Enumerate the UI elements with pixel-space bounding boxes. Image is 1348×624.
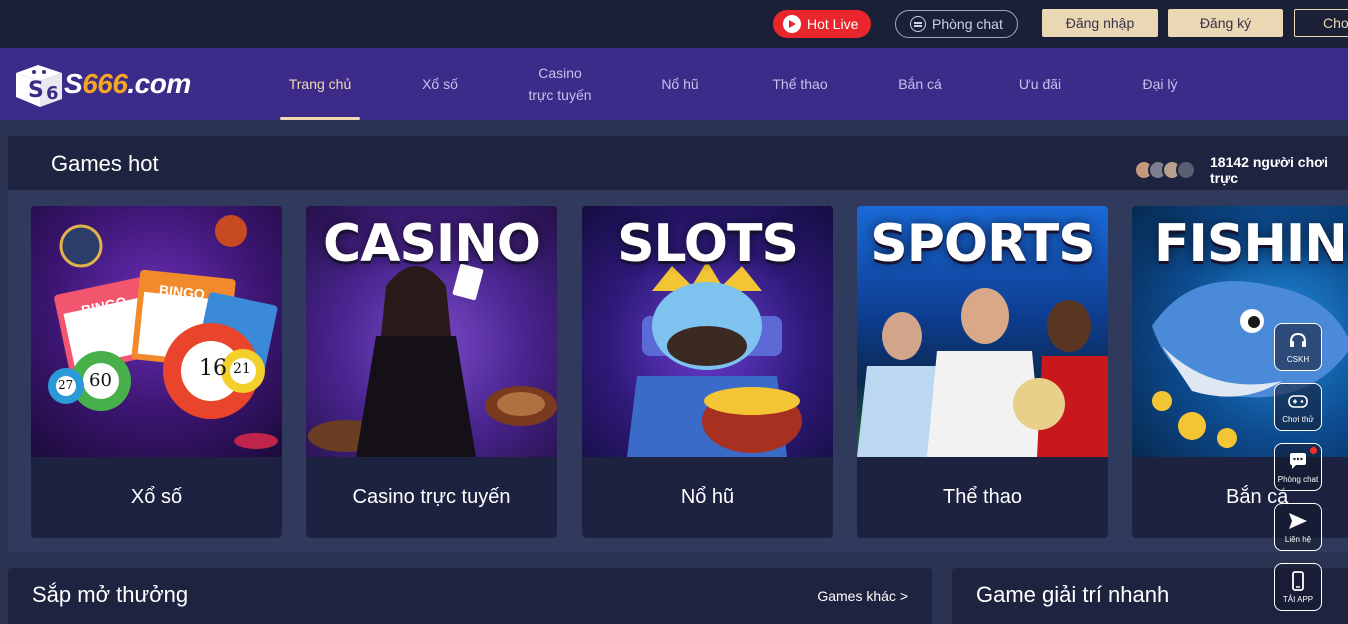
hot-live-button[interactable]: Hot Live bbox=[773, 10, 871, 38]
send-icon bbox=[1289, 513, 1307, 529]
game-card-lottery[interactable]: BINGO BINGO 60 16 21 27 Xổ số bbox=[31, 206, 282, 538]
logo-number: 666 bbox=[82, 68, 128, 99]
nav-label: Nổ hũ bbox=[661, 76, 699, 92]
online-players: 18142 người chơi trực bbox=[1134, 154, 1348, 186]
nav-label: Trang chủ bbox=[288, 76, 352, 92]
sports-image-title: SPORTS bbox=[870, 214, 1095, 274]
fishing-image-title: FISHING bbox=[1154, 214, 1348, 274]
nav-item-agent[interactable]: Đại lý bbox=[1120, 48, 1200, 120]
support-float-button[interactable]: CSKH bbox=[1274, 323, 1322, 371]
nav-label: Casino bbox=[538, 65, 582, 81]
upcoming-draws-panel: Sắp mở thưởng Games khác > bbox=[8, 568, 932, 624]
nav-label: Ưu đãi bbox=[1018, 76, 1062, 92]
chat-room-button[interactable]: Phòng chat bbox=[895, 10, 1018, 38]
chat-icon bbox=[910, 16, 926, 32]
slots-image-title: SLOTS bbox=[617, 214, 799, 274]
logo-text: S666.com bbox=[64, 68, 191, 100]
nav-label: Bắn cá bbox=[898, 76, 942, 92]
lottery-image: BINGO BINGO 60 16 21 27 bbox=[31, 206, 282, 457]
casino-image: CASINO bbox=[306, 206, 557, 457]
nav-item-sports[interactable]: Thể thao bbox=[760, 48, 840, 120]
game-card-casino[interactable]: CASINO Casino trực tuyến bbox=[306, 206, 557, 538]
chat-float-button[interactable]: Phòng chat bbox=[1274, 443, 1322, 491]
chat-room-label: Phòng chat bbox=[932, 16, 1003, 32]
float-label: Liên hệ bbox=[1284, 535, 1312, 544]
top-bar: Hot Live Phòng chat Đăng nhập Đăng ký Ch… bbox=[0, 0, 1348, 48]
casino-image-title: CASINO bbox=[323, 214, 541, 274]
nav-item-lottery[interactable]: Xổ số bbox=[400, 48, 480, 120]
nav-item-slots[interactable]: Nổ hũ bbox=[640, 48, 720, 120]
nav-active-indicator bbox=[280, 117, 360, 120]
phone-icon bbox=[1292, 571, 1304, 591]
game-card-slots[interactable]: SLOTS Nổ hũ bbox=[582, 206, 833, 538]
contact-float-button[interactable]: Liên hệ bbox=[1274, 503, 1322, 551]
svg-text:S: S bbox=[28, 78, 44, 103]
nav-item-home[interactable]: Trang chủ bbox=[280, 48, 360, 120]
headset-icon bbox=[1290, 332, 1306, 347]
bingo-ball-number: 60 bbox=[89, 370, 112, 391]
notification-dot bbox=[1310, 447, 1317, 454]
sports-image: SPORTS bbox=[857, 206, 1108, 457]
card-label: Xổ số bbox=[130, 486, 183, 508]
logo-prefix: S bbox=[64, 68, 83, 99]
section-title: Games hot bbox=[51, 151, 159, 176]
avatar bbox=[1176, 160, 1196, 180]
nav-label-line2: trực tuyến bbox=[528, 87, 592, 103]
nav-label: Thể thao bbox=[772, 76, 828, 92]
logo-suffix: .com bbox=[127, 68, 191, 99]
panel-title: Sắp mở thưởng bbox=[32, 582, 189, 607]
card-label: Thể thao bbox=[943, 486, 1022, 508]
card-label: Nổ hũ bbox=[680, 486, 735, 508]
float-label: Phòng chat bbox=[1277, 475, 1319, 484]
nav-label: Đại lý bbox=[1142, 76, 1178, 92]
dice-logo-icon: S 6 bbox=[12, 59, 66, 109]
play-button[interactable]: Chơ bbox=[1294, 9, 1348, 37]
chat-bubble-icon bbox=[1290, 453, 1306, 469]
play-icon bbox=[783, 15, 801, 33]
slots-image: SLOTS bbox=[582, 206, 833, 457]
players-count: 18142 người chơi trực bbox=[1210, 154, 1328, 186]
game-card-sports[interactable]: SPORTS Thể thao bbox=[857, 206, 1108, 538]
hot-live-label: Hot Live bbox=[807, 16, 859, 32]
main-nav: S 6 S666.com Trang chủ Xổ số Casino trực… bbox=[0, 48, 1348, 120]
float-label: Chơi thử bbox=[1282, 415, 1314, 424]
float-label: CSKH bbox=[1286, 355, 1310, 364]
bingo-ball-number: 21 bbox=[233, 361, 251, 377]
login-button[interactable]: Đăng nhập bbox=[1042, 9, 1158, 37]
download-app-float-button[interactable]: TẢI APP bbox=[1274, 563, 1322, 611]
nav-item-casino[interactable]: Casino trực tuyến bbox=[515, 48, 605, 120]
more-games-link[interactable]: Games khác > bbox=[817, 588, 908, 604]
bingo-ball-number: 16 bbox=[199, 356, 227, 381]
try-play-float-button[interactable]: Chơi thử bbox=[1274, 383, 1322, 431]
float-label: TẢI APP bbox=[1282, 595, 1314, 604]
gamepad-icon bbox=[1288, 395, 1308, 408]
svg-text:6: 6 bbox=[46, 83, 59, 104]
nav-item-promotions[interactable]: Ưu đãi bbox=[1000, 48, 1080, 120]
panel-title: Game giải trí nhanh bbox=[976, 582, 1170, 607]
nav-item-fishing[interactable]: Bắn cá bbox=[880, 48, 960, 120]
nav-label: Xổ số bbox=[422, 76, 458, 92]
bingo-ball-number: 27 bbox=[58, 378, 74, 392]
player-avatars bbox=[1134, 160, 1196, 180]
card-label: Casino trực tuyến bbox=[352, 486, 511, 508]
section-header: Games hot 18142 người chơi trực bbox=[8, 136, 1348, 190]
register-button[interactable]: Đăng ký bbox=[1168, 9, 1283, 37]
site-logo[interactable]: S 6 S666.com bbox=[12, 58, 212, 110]
